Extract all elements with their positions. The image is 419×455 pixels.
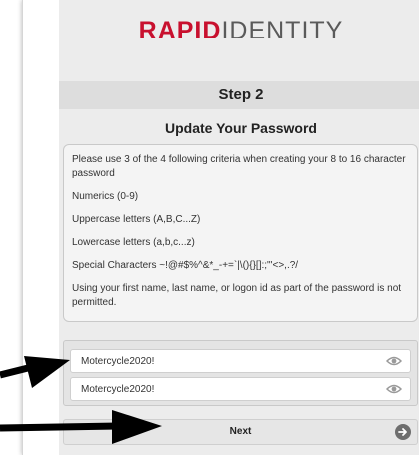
criteria-uppercase: Uppercase letters (A,B,C...Z) [72,214,201,225]
password-fields-group: Motercycle2020! Motercycle2020! [63,340,418,406]
password-criteria-box: Please use 3 of the 4 following criteria… [63,144,418,322]
criteria-special: Special Characters ~!@#$%^&*_-+=`|\(){}[… [72,260,299,271]
rapididentity-logo: RAPIDIDENTITY [59,16,419,38]
next-button-label: Next [229,426,252,437]
arrow-right-circle-icon [395,424,411,440]
criteria-lowercase: Lowercase letters (a,b,c...z) [72,237,195,248]
confirm-password-value: Motercycle2020! [81,384,155,395]
password-panel: RAPIDIDENTITY Step 2 Update Your Passwor… [59,0,419,455]
step-header: Step 2 [59,81,419,109]
eye-icon[interactable] [386,355,402,367]
new-password-value: Motercycle2020! [81,356,155,367]
logo-part-rapid: RAPID [138,17,222,38]
next-button[interactable]: Next [63,419,418,445]
criteria-intro: Please use 3 of the 4 following criteria… [72,154,406,179]
eye-icon[interactable] [386,383,402,395]
new-password-field[interactable]: Motercycle2020! [70,349,411,373]
form-title: Update Your Password [165,120,317,136]
criteria-numerics: Numerics (0-9) [72,191,139,202]
page-frame: RAPIDIDENTITY Step 2 Update Your Passwor… [22,0,419,455]
criteria-note: Using your first name, last name, or log… [72,283,402,308]
confirm-password-field[interactable]: Motercycle2020! [70,377,411,401]
logo-part-identity: IDENTITY [221,17,344,38]
